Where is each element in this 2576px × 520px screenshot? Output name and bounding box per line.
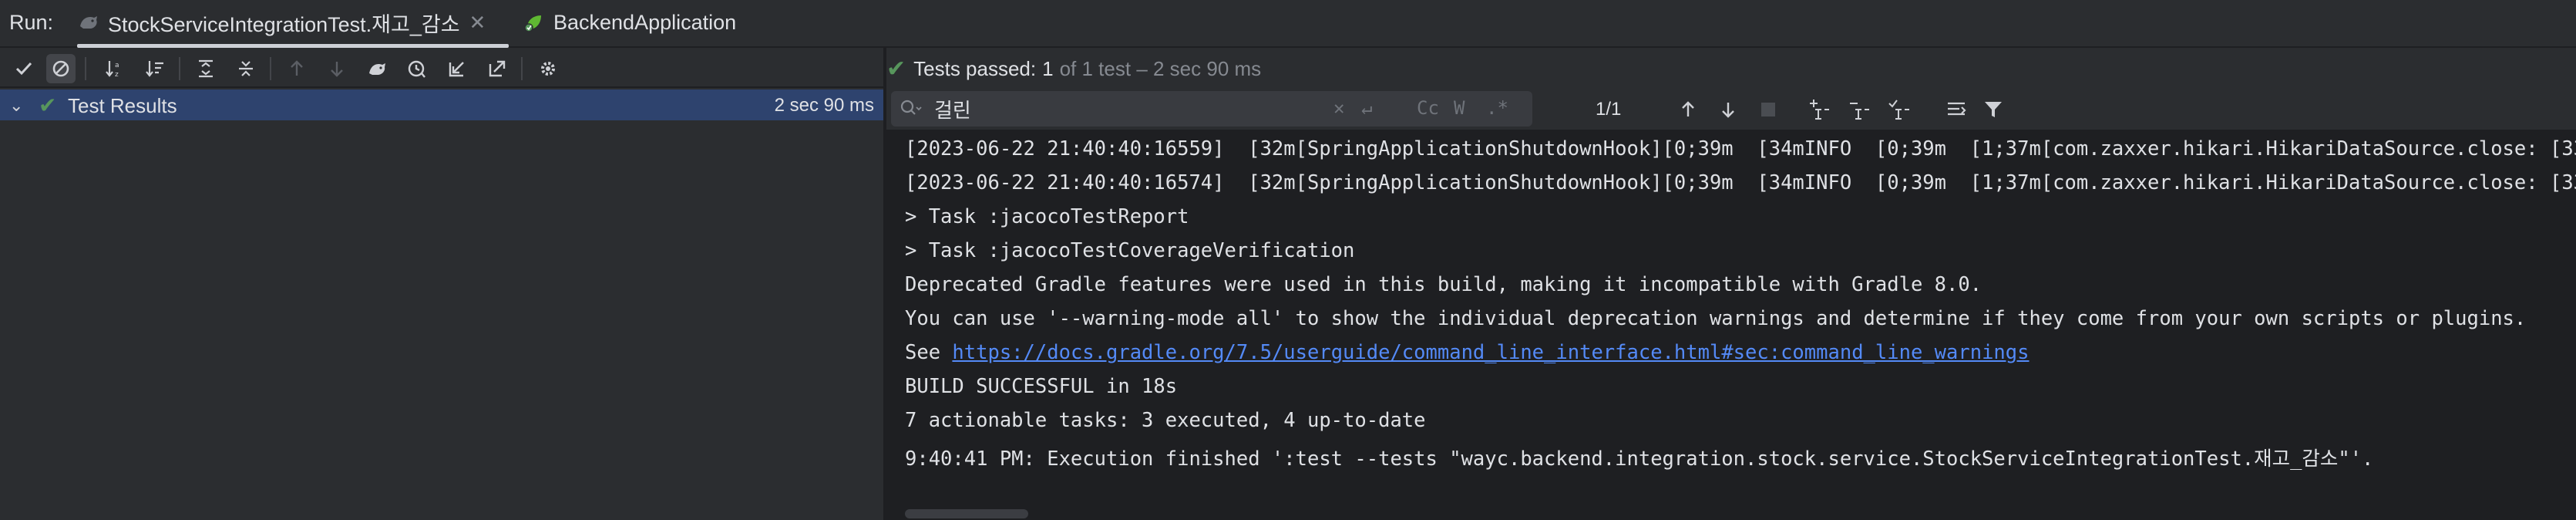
spring-boot-icon <box>524 15 541 32</box>
collapse-all-icon <box>239 61 253 76</box>
add-selection-button[interactable] <box>1805 96 1833 123</box>
tab-label: StockServiceIntegrationTest.재고_감소 <box>108 12 460 36</box>
remove-occurrence-icon <box>1850 103 1869 120</box>
status-passed-count: 1 <box>1042 56 1054 80</box>
sort-by-duration-button[interactable] <box>140 54 170 83</box>
export-tests-button[interactable] <box>483 54 512 83</box>
gradle-docs-link[interactable]: https://docs.gradle.org/7.5/userguide/co… <box>952 341 2029 364</box>
console-line: You can use '--warning-mode all' to show… <box>905 307 2527 330</box>
filter-icon <box>1985 102 2002 117</box>
toolbar-separator <box>179 57 180 80</box>
remove-selection-button[interactable] <box>1845 96 1873 123</box>
console-output[interactable]: [2023-06-22 21:40:40:16559] [32m[SpringA… <box>886 131 2576 520</box>
filter-button[interactable] <box>1979 96 2007 123</box>
sort-alphabetically-icon: az <box>106 61 119 79</box>
arrow-down-icon <box>1722 103 1734 118</box>
show-ignored-button[interactable] <box>46 54 76 83</box>
console-line: > Task :jacocoTestCoverageVerification <box>905 239 1355 262</box>
next-failed-button[interactable] <box>322 54 351 83</box>
console-line: [2023-06-22 21:40:40:16559] [32m[SpringA… <box>905 137 2576 160</box>
console-line: 9:40:41 PM: Execution finished ':test --… <box>905 447 2374 471</box>
select-all-icon <box>1888 100 1909 120</box>
svg-text:a: a <box>115 62 119 69</box>
sort-by-duration-icon <box>146 61 163 77</box>
tab-label: BackendApplication <box>553 10 737 34</box>
show-passed-button[interactable] <box>9 54 39 83</box>
whole-words-toggle[interactable]: W <box>1454 97 1465 119</box>
tab-stock-service-test[interactable]: StockServiceIntegrationTest.재고_감소 ✕ <box>77 0 509 48</box>
settings-button[interactable] <box>533 54 563 83</box>
check-icon: ✔ <box>886 56 906 82</box>
rerun-button[interactable] <box>362 54 392 83</box>
import-tests-button[interactable] <box>442 54 472 83</box>
active-tab-indicator <box>77 44 509 48</box>
console-search-bar: ✕ ↵ Cc W .* 1/1 <box>886 88 2576 131</box>
multiline-button[interactable] <box>1942 96 1970 123</box>
console-line-see: See https://docs.gradle.org/7.5/userguid… <box>905 341 2029 364</box>
previous-failed-button[interactable] <box>282 54 311 83</box>
console-line: BUILD SUCCESSFUL in 18s <box>905 375 1178 398</box>
tree-row-test-results[interactable]: ⌄ ✔ Test Results 2 sec 90 ms <box>0 89 883 120</box>
regex-toggle[interactable]: .* <box>1486 97 1508 119</box>
ignored-icon <box>52 60 69 77</box>
collapse-all-button[interactable] <box>231 54 261 83</box>
see-prefix: See <box>905 341 953 364</box>
chevron-down-icon[interactable]: ⌄ <box>9 96 23 116</box>
test-status: ✔ Tests passed: 1 of 1 test – 2 sec 90 m… <box>886 51 1261 86</box>
filter-results-button[interactable] <box>1754 96 1782 123</box>
console-line: > Task :jacocoTestReport <box>905 205 1189 228</box>
status-summary: of 1 test – 2 sec 90 ms <box>1059 56 1262 80</box>
run-label: Run: <box>9 11 54 34</box>
clear-search-icon[interactable]: ✕ <box>1333 97 1344 119</box>
next-occurrence-button[interactable] <box>1714 96 1742 123</box>
square-icon <box>1761 103 1775 116</box>
check-icon: ✔ <box>39 93 57 117</box>
match-count: 1/1 <box>1596 99 1622 120</box>
history-icon <box>408 60 425 78</box>
toolbar-separator <box>85 57 86 80</box>
horizontal-scrollbar[interactable] <box>905 509 1028 518</box>
console-line: 7 actionable tasks: 3 executed, 4 up-to-… <box>905 409 1426 432</box>
expand-all-icon <box>199 59 213 78</box>
test-tree: ⌄ ✔ Test Results 2 sec 90 ms <box>0 88 883 520</box>
add-occurrence-icon <box>1810 100 1829 120</box>
history-button[interactable] <box>402 54 432 83</box>
import-icon <box>449 62 464 77</box>
search-icon[interactable] <box>899 97 923 120</box>
test-runner-icon <box>369 63 385 75</box>
toolbar-separator <box>270 57 271 80</box>
match-case-toggle[interactable]: Cc <box>1417 97 1439 119</box>
console-line: Deprecated Gradle features were used in … <box>905 273 1982 296</box>
previous-occurrence-button[interactable] <box>1674 96 1702 123</box>
run-tab-bar: Run: StockServiceIntegrationTest.재고_감소 ✕… <box>0 0 2576 48</box>
console-line: [2023-06-22 21:40:40:16574] [32m[SpringA… <box>905 171 2576 194</box>
sort-alphabetically-button[interactable]: az <box>100 54 129 83</box>
gear-icon <box>541 62 555 76</box>
tab-backend-application[interactable]: BackendApplication <box>523 0 769 45</box>
tree-row-duration: 2 sec 90 ms <box>774 95 874 116</box>
tree-row-label: Test Results <box>68 94 177 117</box>
expand-all-button[interactable] <box>191 54 220 83</box>
new-line-icon[interactable]: ↵ <box>1361 97 1372 119</box>
test-runner-toolbar: az <box>0 49 883 88</box>
svg-text:z: z <box>115 71 119 79</box>
search-box[interactable]: ✕ ↵ Cc W .* <box>891 91 1532 127</box>
text-lines-icon <box>1948 102 1966 116</box>
search-input[interactable] <box>934 96 1397 122</box>
toolbar-separator <box>521 57 523 80</box>
export-icon <box>489 60 506 77</box>
arrow-down-icon <box>331 62 343 77</box>
checkmark-icon <box>15 62 32 76</box>
arrow-up-icon <box>1682 101 1694 116</box>
status-passed-label: Tests passed: <box>913 56 1037 80</box>
select-all-occurrences-button[interactable] <box>1885 96 1913 123</box>
test-runner-icon <box>80 16 97 29</box>
close-icon[interactable]: ✕ <box>469 11 486 35</box>
arrow-up-icon <box>291 60 303 76</box>
